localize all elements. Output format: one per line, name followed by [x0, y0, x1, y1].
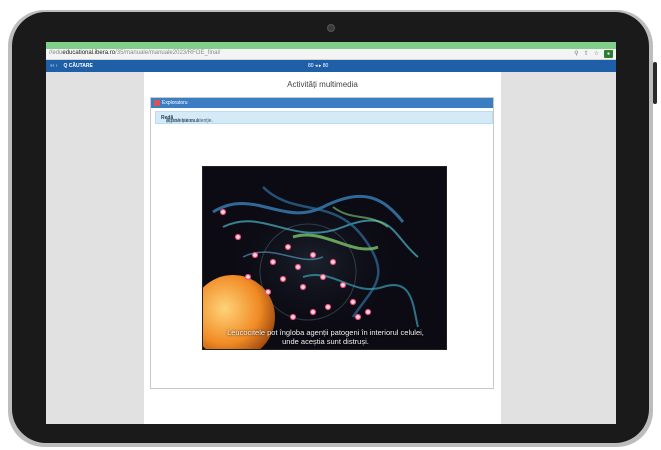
main-content: Activități multimedia Exploratoru Apasă …: [144, 72, 501, 424]
panel-header: Exploratoru: [151, 98, 493, 108]
video-player[interactable]: Leucocitele pot îngloba agenții patogeni…: [202, 166, 447, 350]
search-button[interactable]: Q CĂUTARE: [64, 62, 93, 70]
browser-tab-strip: [46, 42, 616, 49]
camera-icon: [327, 24, 335, 32]
profile-icon[interactable]: ●: [604, 50, 613, 58]
instruction-suffix: și privește cu atenție.: [166, 118, 213, 124]
share-icon[interactable]: ⇧: [584, 50, 589, 58]
right-margin: [501, 72, 616, 424]
app-toolbar: «‹ › Q CĂUTARE 80 ◂ ▸ 80: [46, 60, 616, 72]
subtitle-line-2: unde aceștia sunt distruși.: [282, 337, 369, 346]
address-bar[interactable]: //edueducational.ibera.ro/35/manuale/man…: [46, 49, 616, 60]
url-text[interactable]: //edueducational.ibera.ro/35/manuale/man…: [49, 50, 220, 56]
video-frame-image: [203, 167, 446, 349]
star-icon[interactable]: ☆: [594, 50, 599, 58]
url-domain: educational.ibera.ro: [62, 50, 116, 56]
zoom-icon[interactable]: ⚲: [574, 50, 578, 58]
instruction-text: Apasă butonul Redă și privește cu atenți…: [161, 115, 213, 124]
scene: //edueducational.ibera.ro/35/manuale/man…: [0, 0, 661, 450]
url-prefix: //edu: [49, 50, 63, 56]
tablet-screen: //edueducational.ibera.ro/35/manuale/man…: [46, 42, 616, 424]
page-title: Activități multimedia: [287, 80, 358, 89]
url-path: /35/manuale/manuale2023/RFOE_final/: [115, 50, 221, 56]
browser-toolbar-icons: ⚲ ⇧ ☆ ●: [574, 50, 613, 58]
page-indicator[interactable]: 80 ◂ ▸ 80: [308, 62, 328, 70]
side-button: [653, 62, 657, 104]
left-margin: [46, 72, 144, 424]
activity-panel: Exploratoru Apasă butonul Redă și priveș…: [150, 97, 494, 389]
nav-back-icon[interactable]: «‹ ›: [50, 62, 58, 70]
explorer-icon: [154, 100, 160, 106]
video-subtitles: Leucocitele pot îngloba agenții patogeni…: [203, 328, 446, 346]
panel-header-label: Exploratoru: [162, 100, 188, 106]
instruction-box: Apasă butonul Redă și privește cu atenți…: [155, 111, 493, 124]
subtitle-line-1: Leucocitele pot îngloba agenții patogeni…: [227, 328, 424, 337]
